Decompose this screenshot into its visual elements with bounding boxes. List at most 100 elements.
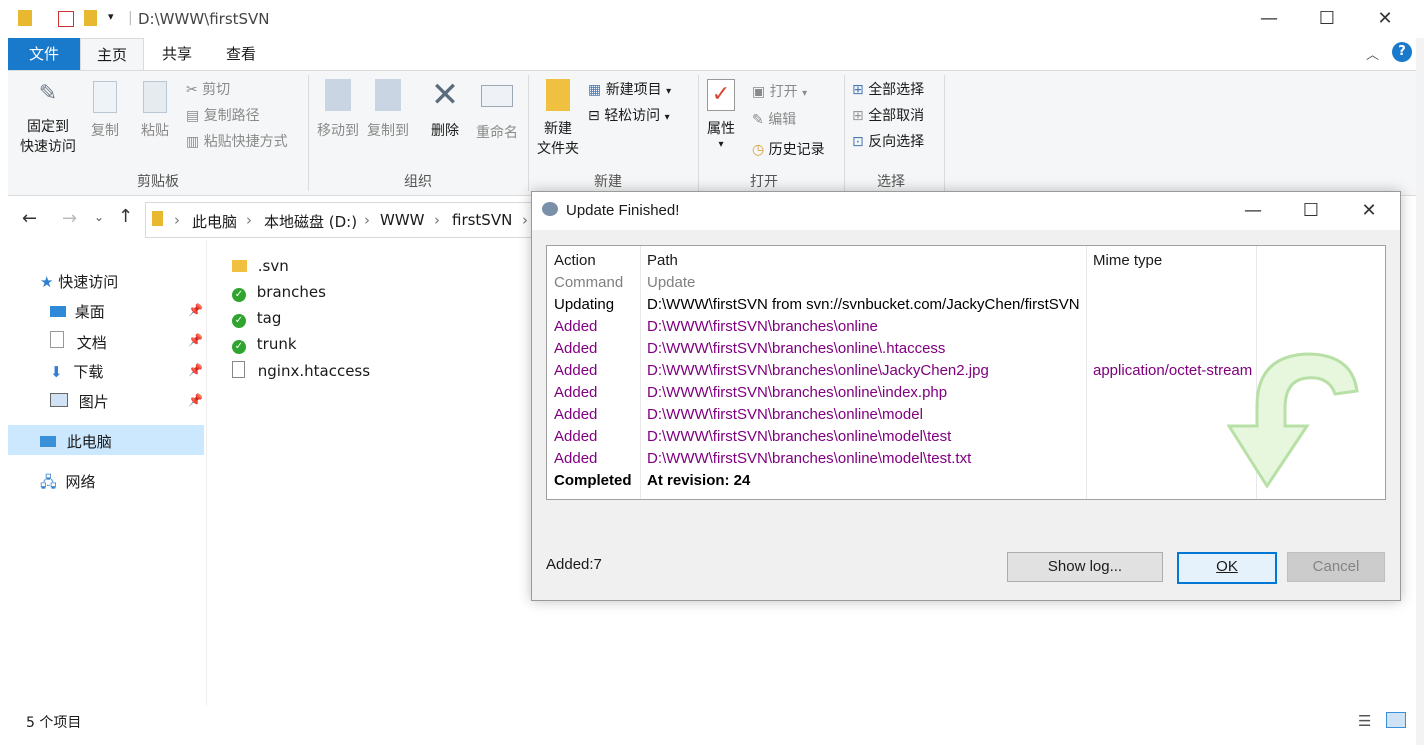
cut-button[interactable]: ✂ 剪切 xyxy=(186,79,230,99)
file-item-svn[interactable]: .svn xyxy=(232,257,289,275)
file-item-trunk[interactable]: ✓ trunk xyxy=(232,335,297,354)
list-row-command[interactable]: Command Update xyxy=(547,272,1385,294)
select-all-button[interactable]: ⊞ 全部选择 xyxy=(852,79,924,99)
new-folder-button[interactable]: 新建 文件夹 xyxy=(532,79,584,159)
show-log-button[interactable]: Show log... xyxy=(1007,552,1163,582)
tab-view[interactable]: 查看 xyxy=(212,38,270,70)
list-row-added[interactable]: Added D:\WWW\firstSVN\branches\online\mo… xyxy=(547,404,1385,426)
list-row-updating[interactable]: Updating D:\WWW\firstSVN from svn://svnb… xyxy=(547,294,1385,316)
properties-button[interactable]: ✓ 属性 ▾ xyxy=(702,79,740,150)
organize-group-label: 组织 xyxy=(404,174,432,190)
column-header-mime-type[interactable]: Mime type xyxy=(1093,250,1162,272)
properties-quick-icon[interactable] xyxy=(58,11,74,27)
nav-network-label: 网络 xyxy=(65,473,96,491)
file-name: branches xyxy=(256,283,326,301)
move-to-button[interactable]: 移动到 xyxy=(314,79,362,141)
tab-share[interactable]: 共享 xyxy=(148,38,206,70)
list-row-added[interactable]: Added D:\WWW\firstSVN\branches\online xyxy=(547,316,1385,338)
pin-quick-access-button[interactable]: ✎ 固定到 快速访问 xyxy=(14,81,82,157)
edit-button[interactable]: ✎ 编辑 xyxy=(752,109,796,129)
copy-to-label: 复制到 xyxy=(367,123,409,139)
invert-selection-button[interactable]: ⊡ 反向选择 xyxy=(852,131,924,151)
rename-icon xyxy=(481,85,513,107)
nav-item-documents[interactable]: 文档 xyxy=(50,331,107,353)
breadcrumb-firstsvn[interactable]: firstSVN xyxy=(452,211,512,229)
file-item-nginx-htaccess[interactable]: nginx.htaccess xyxy=(232,361,370,380)
easy-access-button[interactable]: ⊟ 轻松访问 ▾ xyxy=(588,105,670,125)
breadcrumb-www[interactable]: WWW xyxy=(380,211,425,229)
select-all-label: 全部选择 xyxy=(868,82,925,98)
minimize-button[interactable]: — xyxy=(1240,0,1298,38)
large-icons-view-icon[interactable] xyxy=(1386,712,1406,728)
new-folder-label-line1: 新建 xyxy=(544,121,572,137)
breadcrumb-local-disk[interactable]: 本地磁盘 (D:) xyxy=(264,211,357,232)
copy-button[interactable]: 复制 xyxy=(84,81,126,141)
copy-path-button[interactable]: ▤ 复制路径 xyxy=(186,105,260,125)
new-item-label: 新建项目 xyxy=(605,82,662,98)
paste-button[interactable]: 粘贴 xyxy=(134,81,176,141)
copy-to-button[interactable]: 复制到 xyxy=(364,79,412,141)
update-results-list[interactable]: Action Path Mime type Command Update Upd… xyxy=(546,245,1386,500)
nav-item-downloads[interactable]: ⬇ 下载 xyxy=(50,361,103,382)
new-item-button[interactable]: ▦ 新建项目 ▾ xyxy=(588,79,671,99)
nav-this-pc[interactable]: 此电脑 xyxy=(40,431,112,452)
column-header-path[interactable]: Path xyxy=(647,250,678,272)
clipboard-group-label: 剪贴板 xyxy=(137,174,179,190)
list-row-added[interactable]: Added D:\WWW\firstSVN\branches\online\Ja… xyxy=(547,360,1385,382)
pin-label-line1: 固定到 xyxy=(27,119,69,135)
breadcrumb-this-pc[interactable]: 此电脑 xyxy=(192,211,237,232)
dialog-close-button[interactable]: ✕ xyxy=(1340,192,1398,230)
open-group-label: 打开 xyxy=(750,174,778,190)
tortoise-icon xyxy=(542,202,558,216)
open-button[interactable]: ▣ 打开 ▾ xyxy=(752,81,807,101)
new-group-label: 新建 xyxy=(594,174,622,190)
list-row-added[interactable]: Added D:\WWW\firstSVN\branches\online\in… xyxy=(547,382,1385,404)
row-path: D:\WWW\firstSVN\branches\online\JackyChe… xyxy=(647,362,989,379)
ok-button[interactable]: OK xyxy=(1177,552,1277,584)
ribbon: ✎ 固定到 快速访问 复制 粘贴 ✂ 剪切 ▤ 复制路径 ▥ 粘贴快捷方式 剪贴… xyxy=(8,70,1416,196)
file-item-branches[interactable]: ✓ branches xyxy=(232,283,326,302)
properties-check-icon: ✓ xyxy=(707,79,735,111)
pin-icon[interactable]: 📌 xyxy=(188,303,203,317)
collapse-ribbon-icon[interactable]: ︿ xyxy=(1366,44,1379,63)
nav-network[interactable]: 🖧 网络 xyxy=(40,471,96,497)
pin-icon[interactable]: 📌 xyxy=(188,363,203,377)
history-button[interactable]: ◷ 历史记录 xyxy=(752,139,825,159)
address-bar[interactable]: › 此电脑 › 本地磁盘 (D:) › WWW › firstSVN › xyxy=(145,202,547,238)
forward-arrow-icon[interactable]: → xyxy=(62,208,77,229)
dialog-maximize-button[interactable]: ☐ xyxy=(1282,192,1340,230)
recent-locations-icon[interactable]: ⌄ xyxy=(94,210,104,224)
list-row-added[interactable]: Added D:\WWW\firstSVN\branches\online\mo… xyxy=(547,426,1385,448)
delete-button[interactable]: ✕ 删除 xyxy=(426,77,464,141)
rename-button[interactable]: 重命名 xyxy=(472,79,522,143)
cancel-button[interactable]: Cancel xyxy=(1287,552,1385,582)
maximize-button[interactable]: ☐ xyxy=(1298,0,1356,38)
tab-file[interactable]: 文件 xyxy=(8,38,80,70)
paste-shortcut-icon: ▥ xyxy=(186,134,200,150)
list-row-completed[interactable]: Completed At revision: 24 xyxy=(547,470,1385,492)
nav-quick-access[interactable]: ★ 快速访问 xyxy=(40,271,118,292)
details-view-icon[interactable]: ☰ xyxy=(1358,712,1371,730)
folder-icon xyxy=(152,211,163,226)
quick-access-dropdown-icon[interactable]: ▾ xyxy=(108,10,114,23)
list-row-added[interactable]: Added D:\WWW\firstSVN\branches\online\mo… xyxy=(547,448,1385,470)
pin-icon[interactable]: 📌 xyxy=(188,333,203,347)
pin-icon[interactable]: 📌 xyxy=(188,393,203,407)
column-header-action[interactable]: Action xyxy=(554,250,596,272)
up-arrow-icon[interactable]: ↑ xyxy=(118,206,133,227)
help-icon[interactable]: ? xyxy=(1392,42,1412,62)
tab-home[interactable]: 主页 xyxy=(80,38,144,70)
nav-item-desktop[interactable]: 桌面 xyxy=(50,301,105,322)
row-path: D:\WWW\firstSVN from svn://svnbucket.com… xyxy=(647,296,1080,313)
list-row-added[interactable]: Added D:\WWW\firstSVN\branches\online\.h… xyxy=(547,338,1385,360)
close-button[interactable]: ✕ xyxy=(1356,0,1414,38)
select-none-button[interactable]: ⊞ 全部取消 xyxy=(852,105,924,125)
dialog-minimize-button[interactable]: — xyxy=(1224,192,1282,230)
back-arrow-icon[interactable]: ← xyxy=(22,208,37,229)
row-action: Command xyxy=(554,274,624,291)
new-folder-quick-icon[interactable] xyxy=(84,10,97,26)
folder-icon xyxy=(18,10,32,26)
paste-shortcut-button[interactable]: ▥ 粘贴快捷方式 xyxy=(186,131,288,151)
file-item-tag[interactable]: ✓ tag xyxy=(232,309,281,328)
nav-item-pictures[interactable]: 图片 xyxy=(50,391,109,412)
